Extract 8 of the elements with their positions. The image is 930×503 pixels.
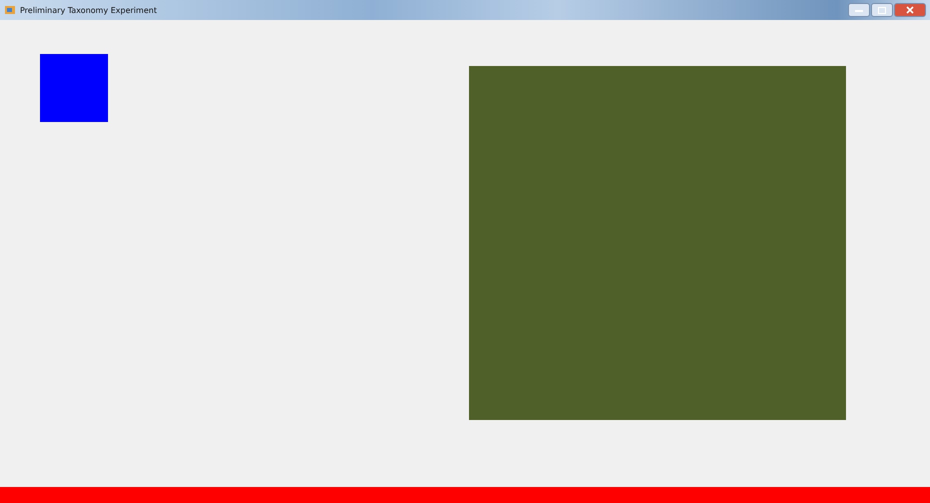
minimize-button[interactable] (848, 3, 870, 17)
close-icon (906, 6, 914, 14)
window-title: Preliminary Taxonomy Experiment (20, 6, 157, 14)
close-button[interactable] (894, 3, 926, 17)
maximize-button[interactable] (871, 3, 893, 17)
maximize-icon (878, 6, 886, 14)
minimize-icon (855, 8, 863, 12)
app-icon (4, 4, 16, 16)
